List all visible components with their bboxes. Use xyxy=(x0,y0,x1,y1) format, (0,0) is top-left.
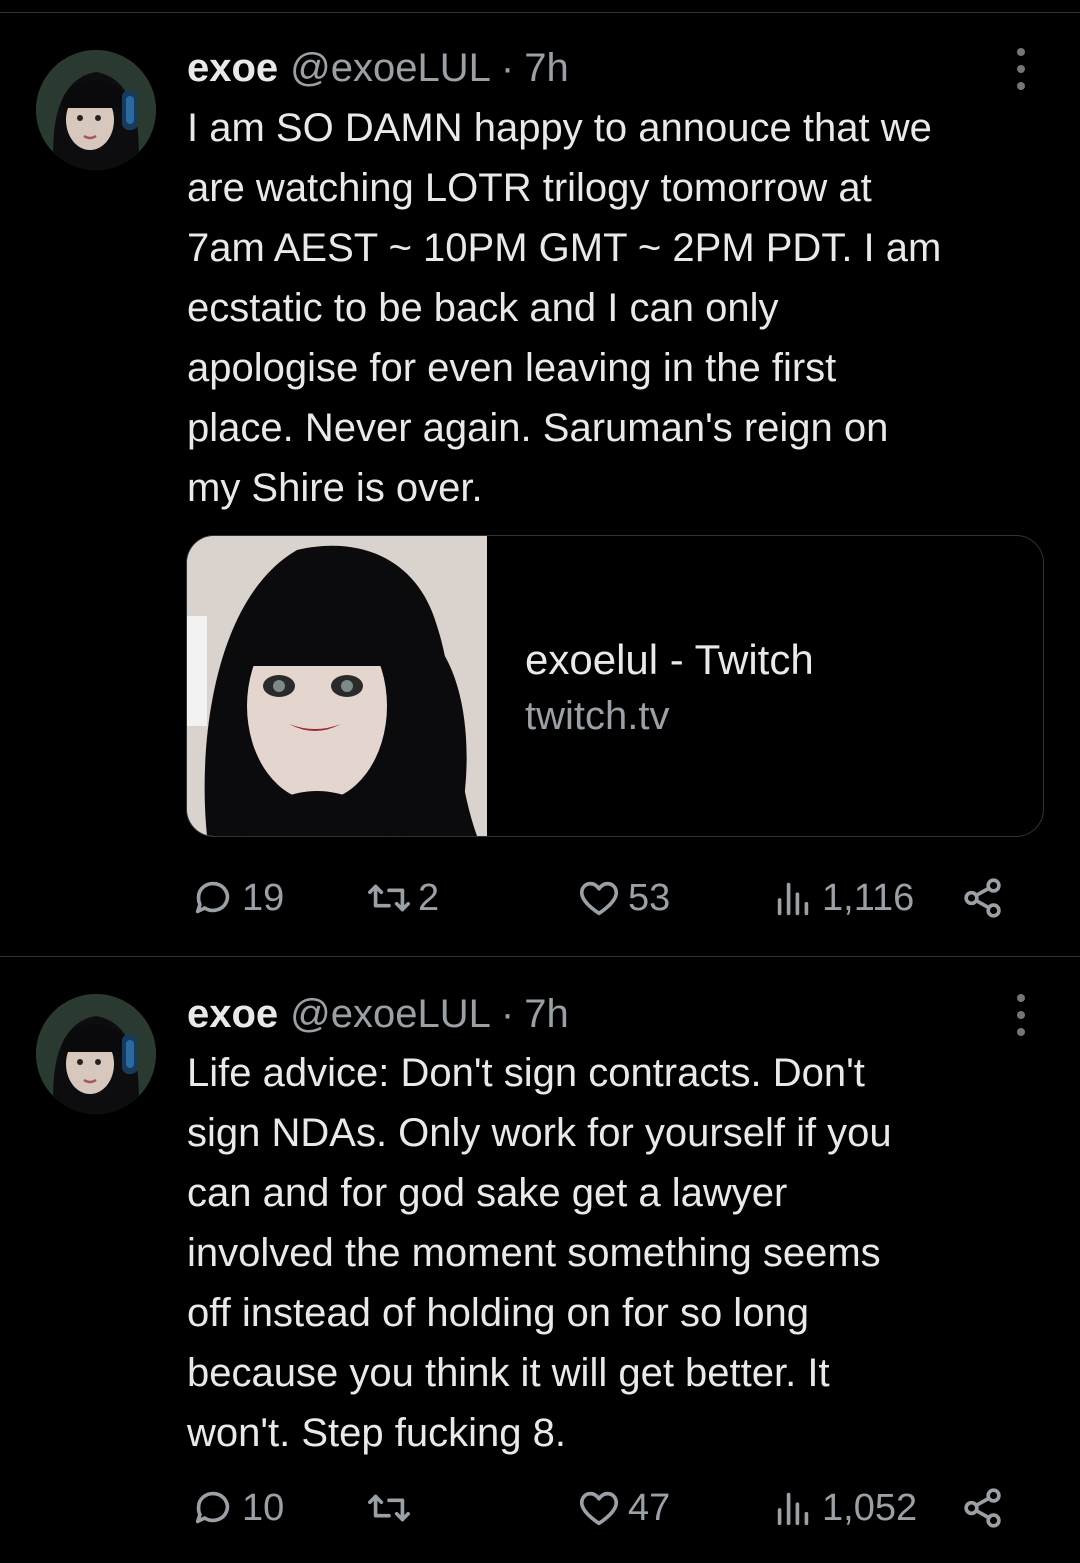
like-button[interactable]: 53 xyxy=(576,868,670,928)
card-title: exoelul - Twitch xyxy=(525,636,814,683)
retweet-icon xyxy=(368,1494,410,1522)
more-vertical-icon[interactable] xyxy=(1006,44,1036,94)
separator: · xyxy=(500,992,515,1036)
views-icon xyxy=(777,882,809,916)
heart-icon xyxy=(579,881,619,916)
views-button[interactable]: 1,116 xyxy=(770,868,914,928)
timestamp[interactable]: 7h xyxy=(524,992,569,1037)
avatar[interactable] xyxy=(36,50,156,170)
share-icon xyxy=(964,878,1001,918)
tweet-text: Life advice: Don't sign contracts. Don't… xyxy=(187,1051,892,1455)
reply-icon xyxy=(195,881,230,914)
tweet-header: exoe @exoeLUL · 7h xyxy=(187,46,569,90)
tweet-actions: 19 2 53 1,116 xyxy=(190,868,1010,928)
reply-count: 19 xyxy=(242,876,285,919)
user-handle[interactable]: @exoeLUL xyxy=(290,46,491,91)
link-card[interactable]: exoelul - Twitch twitch.tv xyxy=(186,535,1044,837)
timestamp[interactable]: 7h xyxy=(524,46,569,91)
card-text: exoelul - Twitch twitch.tv xyxy=(525,632,814,744)
reply-button[interactable]: 19 xyxy=(190,868,284,928)
like-button[interactable]: 47 xyxy=(576,1478,670,1538)
share-icon xyxy=(964,1488,1001,1528)
retweet-icon xyxy=(368,884,410,912)
tweet[interactable]: exoe @exoeLUL · 7h Life advice: Don't si… xyxy=(0,958,1080,1563)
like-count: 53 xyxy=(628,876,671,919)
display-name[interactable]: exoe xyxy=(187,992,278,1037)
display-name[interactable]: exoe xyxy=(187,46,278,91)
views-count: 1,116 xyxy=(822,876,915,919)
views-icon xyxy=(777,1492,809,1526)
user-handle[interactable]: @exoeLUL xyxy=(290,992,491,1037)
heart-icon xyxy=(579,1491,619,1526)
views-button[interactable]: 1,052 xyxy=(770,1478,917,1538)
like-count: 47 xyxy=(628,1486,671,1529)
avatar[interactable] xyxy=(36,994,156,1114)
tweet-text: I am SO DAMN happy to annouce that we ar… xyxy=(187,106,942,510)
reply-icon xyxy=(195,1491,230,1524)
separator: · xyxy=(500,46,515,90)
reply-button[interactable]: 10 xyxy=(190,1478,284,1538)
retweet-button[interactable]: 2 xyxy=(366,868,439,928)
tweet[interactable]: exoe @exoeLUL · 7h I am SO DAMN happy to… xyxy=(0,0,1080,957)
share-button[interactable] xyxy=(960,1478,1006,1538)
tweet-header: exoe @exoeLUL · 7h xyxy=(187,992,569,1036)
tweet-actions: 10 47 1,052 xyxy=(190,1478,1010,1538)
retweet-count: 2 xyxy=(418,876,440,919)
card-domain: twitch.tv xyxy=(525,694,670,738)
views-count: 1,052 xyxy=(822,1486,918,1529)
more-vertical-icon[interactable] xyxy=(1006,990,1036,1040)
reply-count: 10 xyxy=(242,1486,285,1529)
tweet-divider xyxy=(0,956,1080,957)
share-button[interactable] xyxy=(960,868,1006,928)
card-thumbnail xyxy=(187,536,487,836)
retweet-button[interactable] xyxy=(366,1478,418,1538)
